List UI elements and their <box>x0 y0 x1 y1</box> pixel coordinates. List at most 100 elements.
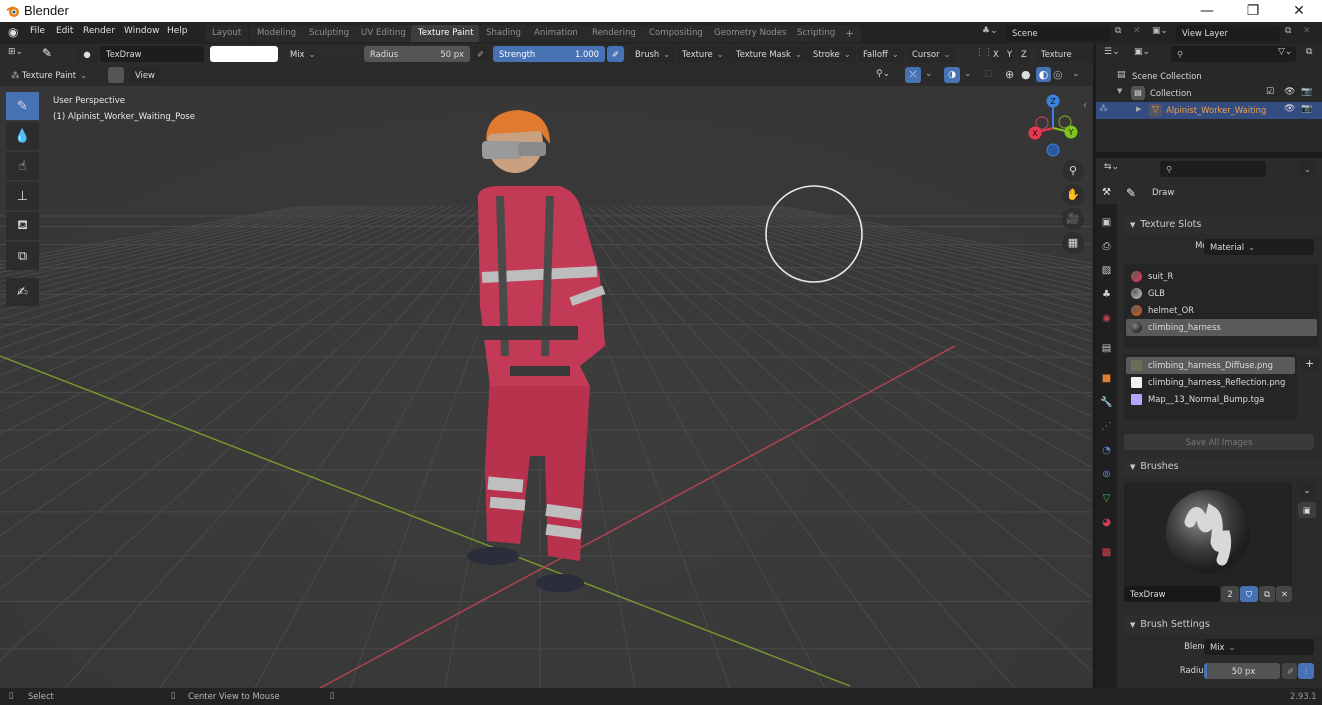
tab-scene[interactable]: ♣ <box>1096 282 1117 306</box>
stroke-menu[interactable]: Stroke <box>808 46 856 62</box>
filter-icon[interactable]: ▽⌄ <box>1278 47 1292 57</box>
add-workspace-button[interactable]: + <box>838 25 862 42</box>
properties-search-input[interactable]: ⚲ <box>1160 161 1266 177</box>
perspective-toggle-icon[interactable]: ▦ <box>1062 232 1084 254</box>
tab-layout[interactable]: Layout <box>205 25 249 42</box>
strength-pressure-icon[interactable]: ✐ <box>607 46 625 62</box>
material-slot-item[interactable]: climbing_harness <box>1126 319 1317 336</box>
tool-clone[interactable]: ⊥ <box>6 182 39 210</box>
tab-modeling[interactable]: Modeling <box>250 25 304 42</box>
sidebar-toggle-icon[interactable]: ‹ <box>1083 100 1087 111</box>
tab-texture[interactable]: ▩ <box>1096 540 1117 564</box>
close-button[interactable]: ✕ <box>1276 0 1322 22</box>
tab-constraints[interactable]: ⊚ <box>1096 462 1117 486</box>
image-texture-item[interactable]: climbing_harness_Diffuse.png <box>1126 357 1295 374</box>
view-menu[interactable]: View <box>130 67 160 83</box>
tab-geometry-nodes[interactable]: Geometry Nodes <box>707 25 794 42</box>
tab-material[interactable]: ◕ <box>1096 510 1117 534</box>
tool-annotate[interactable]: ✍ <box>6 278 39 306</box>
save-all-images-button[interactable]: Save All Images <box>1124 434 1314 450</box>
tab-shading[interactable]: Shading <box>479 25 528 42</box>
visibility-eye-icon[interactable]: 👁 <box>1284 104 1295 114</box>
solid-shading-icon[interactable]: ● <box>1021 68 1031 81</box>
outliner-row-scene-collection[interactable]: ▤ Scene Collection <box>1096 68 1322 85</box>
tool-draw[interactable]: ✎ <box>6 92 39 120</box>
new-collection-icon[interactable]: ⧉ <box>1306 47 1312 57</box>
brush-preview[interactable] <box>1124 482 1292 587</box>
gizmo-toggle-icon[interactable]: ⤫ <box>905 67 921 83</box>
blend-mode-select[interactable]: Mix <box>284 46 359 62</box>
tab-sculpting[interactable]: Sculpting <box>302 25 357 42</box>
brushes-panel-header[interactable]: ▼ Brushes <box>1122 458 1322 476</box>
visibility-eye-icon[interactable]: 👁 <box>1284 87 1295 97</box>
tab-collection[interactable]: ▤ <box>1096 336 1117 360</box>
expand-arrow-icon[interactable]: ▶ <box>1136 105 1141 113</box>
new-scene-icon[interactable]: ⧉ <box>1115 26 1121 36</box>
brush-settings-panel-header[interactable]: ▼ Brush Settings <box>1122 616 1322 634</box>
blend-select[interactable]: Mix <box>1204 639 1314 655</box>
display-mode-icon[interactable]: ▣⌄ <box>1134 47 1150 57</box>
brush-list-dropdown-icon[interactable]: ⌄ <box>1298 482 1316 498</box>
overlay-toggle-icon[interactable]: ◑ <box>944 67 960 83</box>
falloff-menu[interactable]: Falloff <box>858 46 904 62</box>
texture-menu[interactable]: Texture <box>677 46 729 62</box>
radius-pressure-icon[interactable]: ✐ <box>472 46 490 62</box>
scene-icon[interactable]: ♣⌄ <box>982 26 998 36</box>
mirror-x-toggle[interactable]: X <box>990 46 1002 62</box>
outliner-editor-icon[interactable]: ☰⌄ <box>1104 47 1120 57</box>
paint-mask-toggle[interactable] <box>108 67 124 83</box>
brush-name-field[interactable]: TexDraw <box>100 46 204 62</box>
tab-modifiers[interactable]: 🔧 <box>1096 390 1117 414</box>
tab-animation[interactable]: Animation <box>527 25 585 42</box>
unlink-brush-icon[interactable]: ✕ <box>1276 586 1292 602</box>
cursor-menu[interactable]: Cursor <box>907 46 956 62</box>
outliner-row-object[interactable]: ⁂ ▶ ▽ Alpinist_Worker_Waiting 👁 📷 <box>1096 102 1322 119</box>
tool-mask[interactable]: ⧉ <box>6 242 39 270</box>
overlay-dropdown-icon[interactable]: ⌄ <box>964 69 972 79</box>
new-view-layer-icon[interactable]: ⧉ <box>1285 26 1291 36</box>
tab-tool[interactable]: ⚒ <box>1096 180 1117 204</box>
mirror-z-toggle[interactable]: Z <box>1018 46 1030 62</box>
scene-field[interactable]: Scene <box>1006 25 1110 41</box>
visibility-icon[interactable]: ⚲⌄ <box>876 69 890 79</box>
tab-compositing[interactable]: Compositing <box>642 25 710 42</box>
expand-arrow-icon[interactable]: ▼ <box>1117 87 1122 95</box>
texture-mask-menu[interactable]: Texture Mask <box>731 46 807 62</box>
radius-unit-icon[interactable]: ⫶ <box>1298 663 1314 679</box>
properties-editor-icon[interactable]: ⇆⌄ <box>1104 162 1119 172</box>
material-slot-item[interactable]: suit_R <box>1126 268 1317 285</box>
image-texture-list[interactable]: climbing_harness_Diffuse.png climbing_har… <box>1124 354 1297 420</box>
tab-view-layer[interactable]: ▨ <box>1096 258 1117 282</box>
outliner-row-collection[interactable]: ▼ ▤ Collection ☑ 👁 📷 <box>1096 85 1322 102</box>
xray-icon[interactable]: ▢ <box>984 69 993 79</box>
brush-menu[interactable]: Brush <box>630 46 676 62</box>
tool-smear[interactable]: ☝ <box>6 152 39 180</box>
duplicate-brush-icon[interactable]: ⧉ <box>1259 586 1275 602</box>
tab-data[interactable]: ▽ <box>1096 486 1117 510</box>
brush-color-swatch[interactable] <box>210 46 278 62</box>
strength-slider[interactable]: Strength 1.000 <box>493 46 605 62</box>
texture-slot-mode-select[interactable]: Material <box>1204 239 1314 255</box>
tool-soften[interactable]: 💧 <box>6 122 39 150</box>
remove-view-layer-icon[interactable]: ✕ <box>1303 26 1311 36</box>
remove-scene-icon[interactable]: ✕ <box>1133 26 1141 36</box>
minimize-button[interactable]: — <box>1184 0 1230 22</box>
texture-slots-button[interactable]: Texture Slots <box>1036 46 1093 75</box>
tab-object[interactable]: ■ <box>1096 366 1117 390</box>
material-slot-item[interactable]: helmet_OR <box>1126 302 1317 319</box>
fake-user-shield-icon[interactable]: ⛉ <box>1240 586 1258 602</box>
radius-pressure-icon[interactable]: ✐ <box>1282 663 1297 679</box>
menu-file[interactable]: File <box>30 26 45 36</box>
brush-users-count[interactable]: 2 <box>1221 586 1239 602</box>
tab-physics[interactable]: ◔ <box>1096 438 1117 462</box>
mode-select[interactable]: ⁂ Texture Paint <box>6 67 92 83</box>
image-texture-item[interactable]: climbing_harness_Reflection.png <box>1126 374 1295 391</box>
zoom-view-icon[interactable]: ⚲ <box>1062 160 1084 182</box>
blender-menu-icon[interactable]: ◉ <box>8 25 18 39</box>
image-texture-item[interactable]: Map__13_Normal_Bump.tga <box>1126 391 1295 408</box>
view-layer-field[interactable]: View Layer <box>1176 25 1280 41</box>
3d-viewport[interactable]: User Perspective (1) Alpinist_Worker_Wai… <box>0 86 1092 688</box>
view-layer-icon[interactable]: ▣⌄ <box>1152 26 1168 36</box>
material-preview-icon[interactable]: ◐ <box>1036 67 1051 82</box>
menu-window[interactable]: Window <box>124 26 160 36</box>
